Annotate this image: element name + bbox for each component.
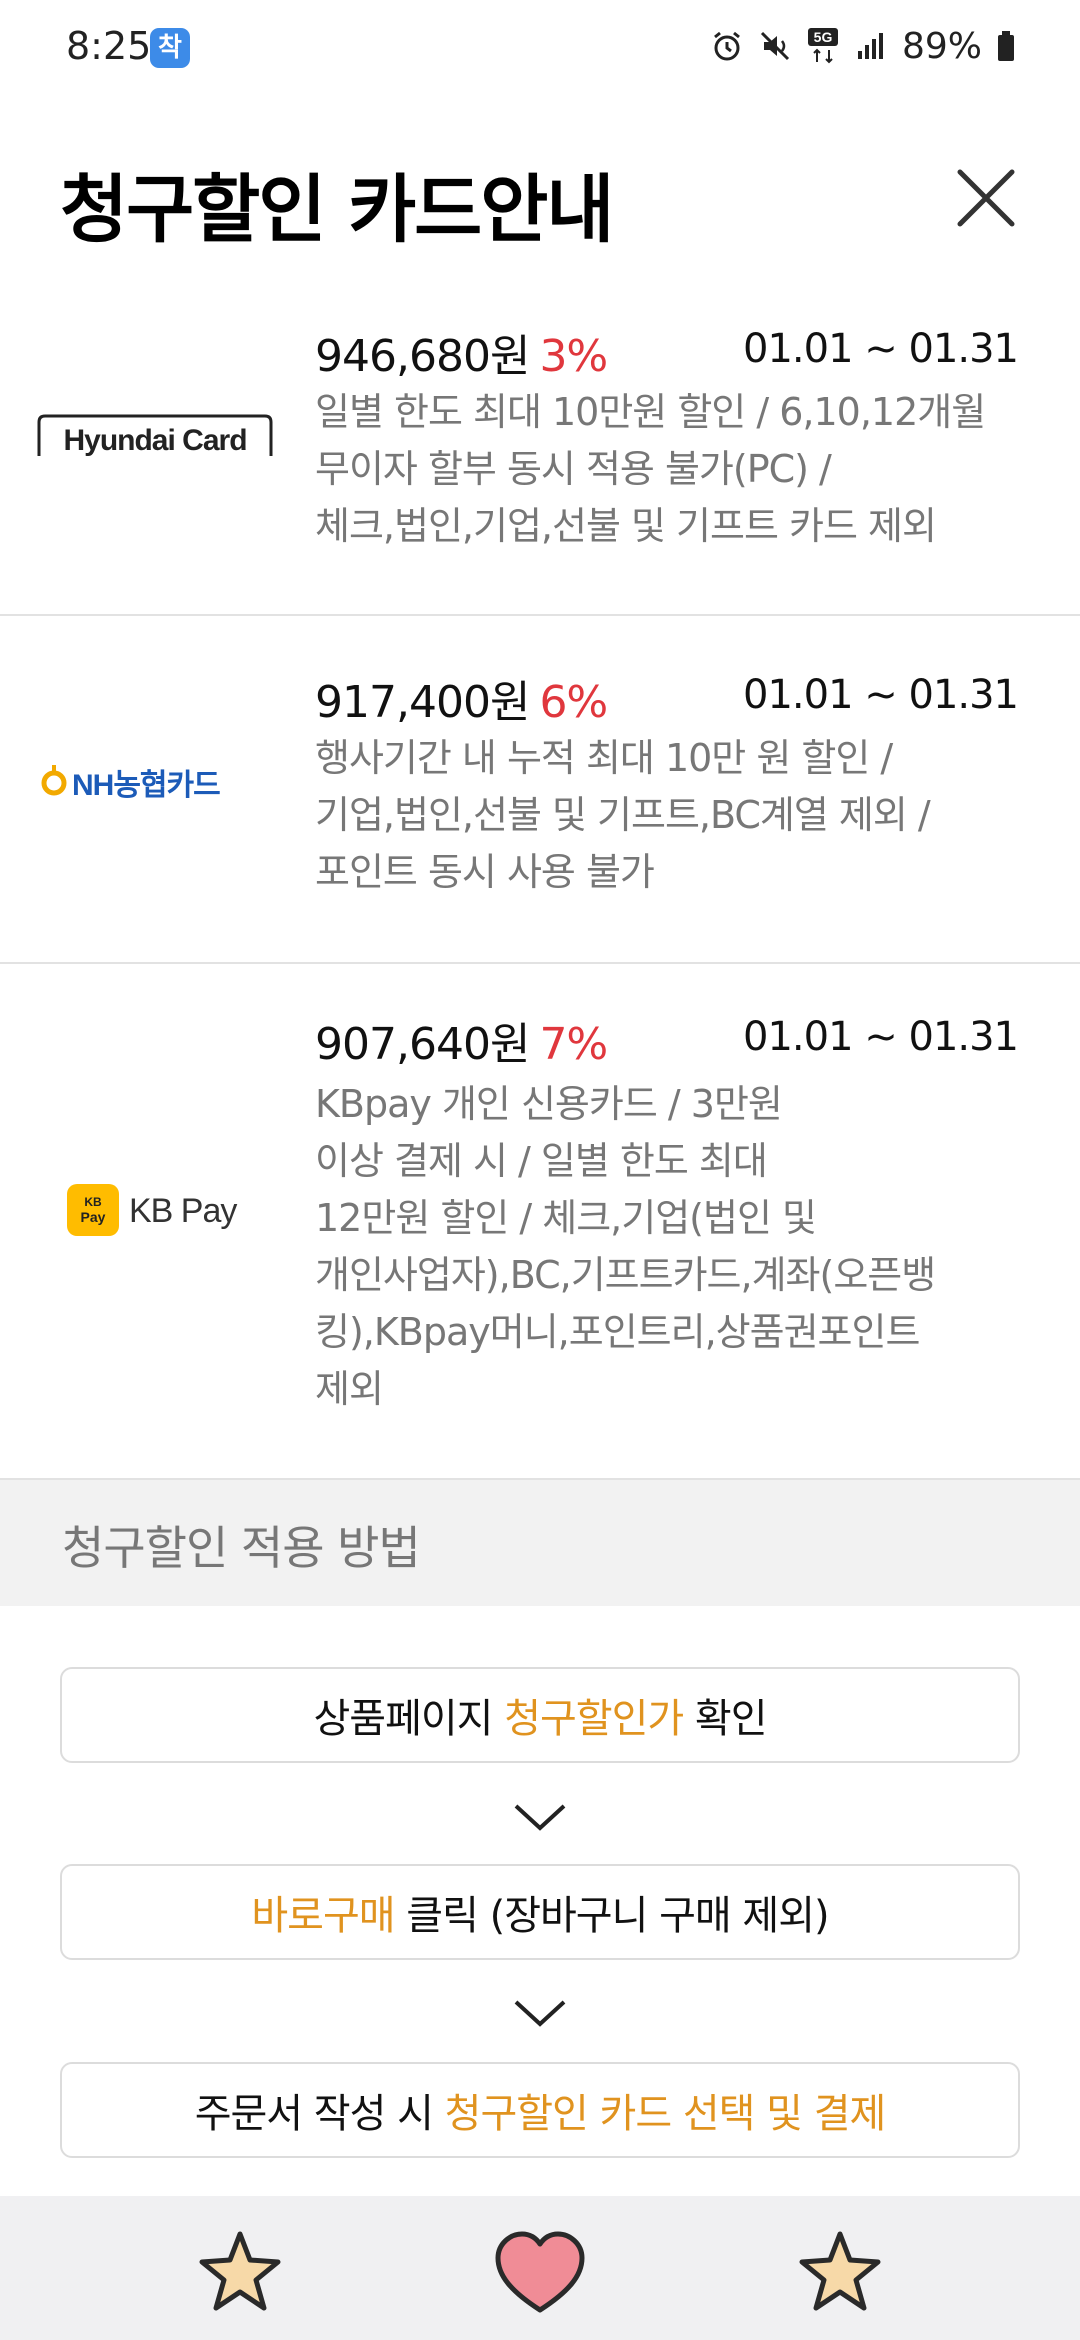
card-period: 01.01 ~ 01.31	[743, 1014, 1019, 1060]
card-row-nh: NH농협카드 917,400원 6% 01.01 ~ 01.31 행사기간 내 누…	[0, 618, 1080, 964]
step-highlight: 바로구매	[251, 1893, 395, 1939]
svg-text:Hyundai Card: Hyundai Card	[63, 424, 246, 457]
chevron-down-icon	[514, 2000, 566, 2027]
price-value: 946,680원	[315, 331, 530, 382]
discount-rate: 7%	[539, 1019, 608, 1070]
close-icon	[957, 169, 1015, 227]
status-icons: 5G 89%	[710, 22, 1016, 70]
svg-text:Pay: Pay	[81, 1209, 106, 1225]
hyundai-card-logo: Hyundai Card	[30, 408, 280, 468]
step-highlight: 청구할인가	[504, 1696, 684, 1742]
card-description: 일별 한도 최대 10만원 할인 / 6,10,12개월 무이자 할부 동시 적…	[315, 390, 986, 548]
battery-icon	[998, 31, 1014, 61]
price-value: 907,640원	[315, 1019, 530, 1070]
card-price: 917,400원 6%	[315, 666, 608, 730]
battery-level: 89%	[901, 25, 982, 67]
step-highlight: 청구할인 카드 선택 및 결제	[444, 2091, 887, 2137]
bottom-bar	[0, 2196, 1080, 2340]
heart-icon	[495, 2231, 585, 2313]
nh-card-logo: NH농협카드	[30, 758, 280, 808]
signal-icon	[857, 33, 883, 59]
svg-text:NH농협카드: NH농협카드	[72, 769, 220, 802]
star-button-right[interactable]	[792, 2226, 888, 2322]
heart-button[interactable]	[492, 2226, 588, 2322]
star-icon	[199, 2231, 281, 2311]
card-price: 946,680원 3%	[315, 320, 608, 384]
card-row-kbpay: KB Pay KB Pay 907,640원 7% 01.01 ~ 01.31 K…	[0, 966, 1080, 1480]
discount-rate: 6%	[539, 677, 608, 728]
section-title: 청구할인 적용 방법	[62, 1521, 421, 1575]
svg-text:KB Pay: KB Pay	[129, 1192, 237, 1230]
step-1-box: 상품페이지 청구할인가 확인	[60, 1667, 1020, 1763]
kbpay-logo: KB Pay KB Pay	[30, 1180, 280, 1240]
chevron-down-icon	[514, 1804, 566, 1831]
star-button-left[interactable]	[192, 2226, 288, 2322]
step-text: 주문서 작성 시	[194, 2091, 445, 2137]
svg-text:5G: 5G	[814, 29, 833, 45]
step-text: 상품페이지	[313, 1696, 505, 1742]
network-5g-icon: 5G	[807, 28, 838, 64]
card-row-hyundai: Hyundai Card 946,680원 3% 01.01 ~ 01.31 일별…	[0, 300, 1080, 616]
app-notification-icon: 착	[150, 28, 190, 68]
card-period: 01.01 ~ 01.31	[743, 326, 1019, 372]
star-icon	[799, 2231, 881, 2311]
card-period: 01.01 ~ 01.31	[743, 672, 1019, 718]
status-bar: 8:25 착 5G 89%	[0, 0, 1080, 96]
card-description: KBpay 개인 신용카드 / 3만원 이상 결제 시 / 일별 한도 최대 1…	[315, 1082, 936, 1411]
alarm-icon	[714, 31, 740, 61]
status-time: 8:25	[66, 24, 152, 68]
close-button[interactable]	[950, 162, 1022, 234]
section-header: 청구할인 적용 방법	[0, 1480, 1080, 1606]
step-2-box: 바로구매 클릭 (장바구니 구매 제외)	[60, 1864, 1020, 1960]
card-price: 907,640원 7%	[315, 1008, 608, 1072]
card-description: 행사기간 내 누적 최대 10만 원 할인 / 기업,법인,선불 및 기프트,B…	[315, 736, 931, 894]
step-text: 확인	[683, 1696, 768, 1742]
step-3-box: 주문서 작성 시 청구할인 카드 선택 및 결제	[60, 2062, 1020, 2158]
step-text: 클릭 (장바구니 구매 제외)	[394, 1893, 829, 1939]
price-value: 917,400원	[315, 677, 530, 728]
svg-text:KB: KB	[84, 1195, 102, 1209]
page-title: 청구할인 카드안내	[60, 167, 614, 253]
mute-icon	[760, 31, 790, 61]
discount-rate: 3%	[539, 331, 608, 382]
